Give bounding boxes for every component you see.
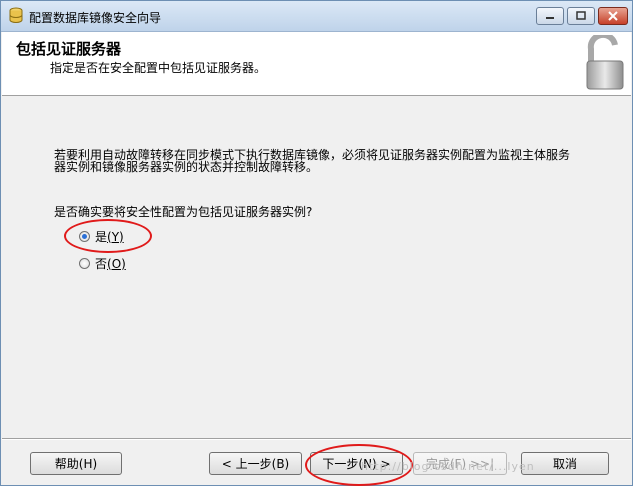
radio-button[interactable] bbox=[79, 258, 90, 269]
wizard-window: 配置数据库镜像安全向导 包括见证服务器 指定是否在安全配置中包括见证服务器。 若… bbox=[0, 0, 633, 486]
radio-button-selected[interactable] bbox=[79, 231, 90, 242]
page-subtitle: 指定是否在安全配置中包括见证服务器。 bbox=[50, 61, 267, 75]
database-icon bbox=[9, 7, 23, 23]
description-line: 器实例和镜像服务器实例的状态并控制故障转移。 bbox=[54, 160, 319, 174]
radio-yes[interactable]: 是 (Y) bbox=[79, 228, 124, 245]
padlock-icon bbox=[586, 35, 624, 90]
radio-no-label: 否 bbox=[95, 257, 108, 271]
maximize-button[interactable] bbox=[567, 7, 595, 25]
page-title: 包括见证服务器 bbox=[16, 40, 122, 58]
footer-divider bbox=[2, 438, 631, 440]
maximize-icon bbox=[576, 11, 586, 20]
radio-yes-label: 是 bbox=[95, 230, 108, 244]
help-button[interactable]: 帮助(H) bbox=[30, 452, 122, 475]
close-button[interactable] bbox=[598, 7, 628, 25]
radio-no-mnemonic: (O) bbox=[107, 256, 126, 271]
minimize-button[interactable] bbox=[536, 7, 564, 25]
watermark: http://blog.csdn.net/...lyen bbox=[361, 460, 535, 473]
title-bar: 配置数据库镜像安全向导 bbox=[1, 1, 632, 32]
close-icon bbox=[608, 11, 618, 21]
back-button[interactable]: < 上一步(B) bbox=[209, 452, 302, 475]
window-title: 配置数据库镜像安全向导 bbox=[29, 11, 162, 25]
radio-no[interactable]: 否 (O) bbox=[79, 255, 126, 272]
question-label: 是否确实要将安全性配置为包括见证服务器实例? bbox=[54, 205, 313, 219]
description-text: 若要利用自动故障转移在同步模式下执行数据库镜像，必须将见证服务器实例配置为监视主… bbox=[54, 149, 594, 173]
wizard-header: 包括见证服务器 指定是否在安全配置中包括见证服务器。 bbox=[2, 32, 631, 96]
radio-yes-mnemonic: (Y) bbox=[107, 229, 124, 244]
minimize-icon bbox=[546, 17, 554, 19]
